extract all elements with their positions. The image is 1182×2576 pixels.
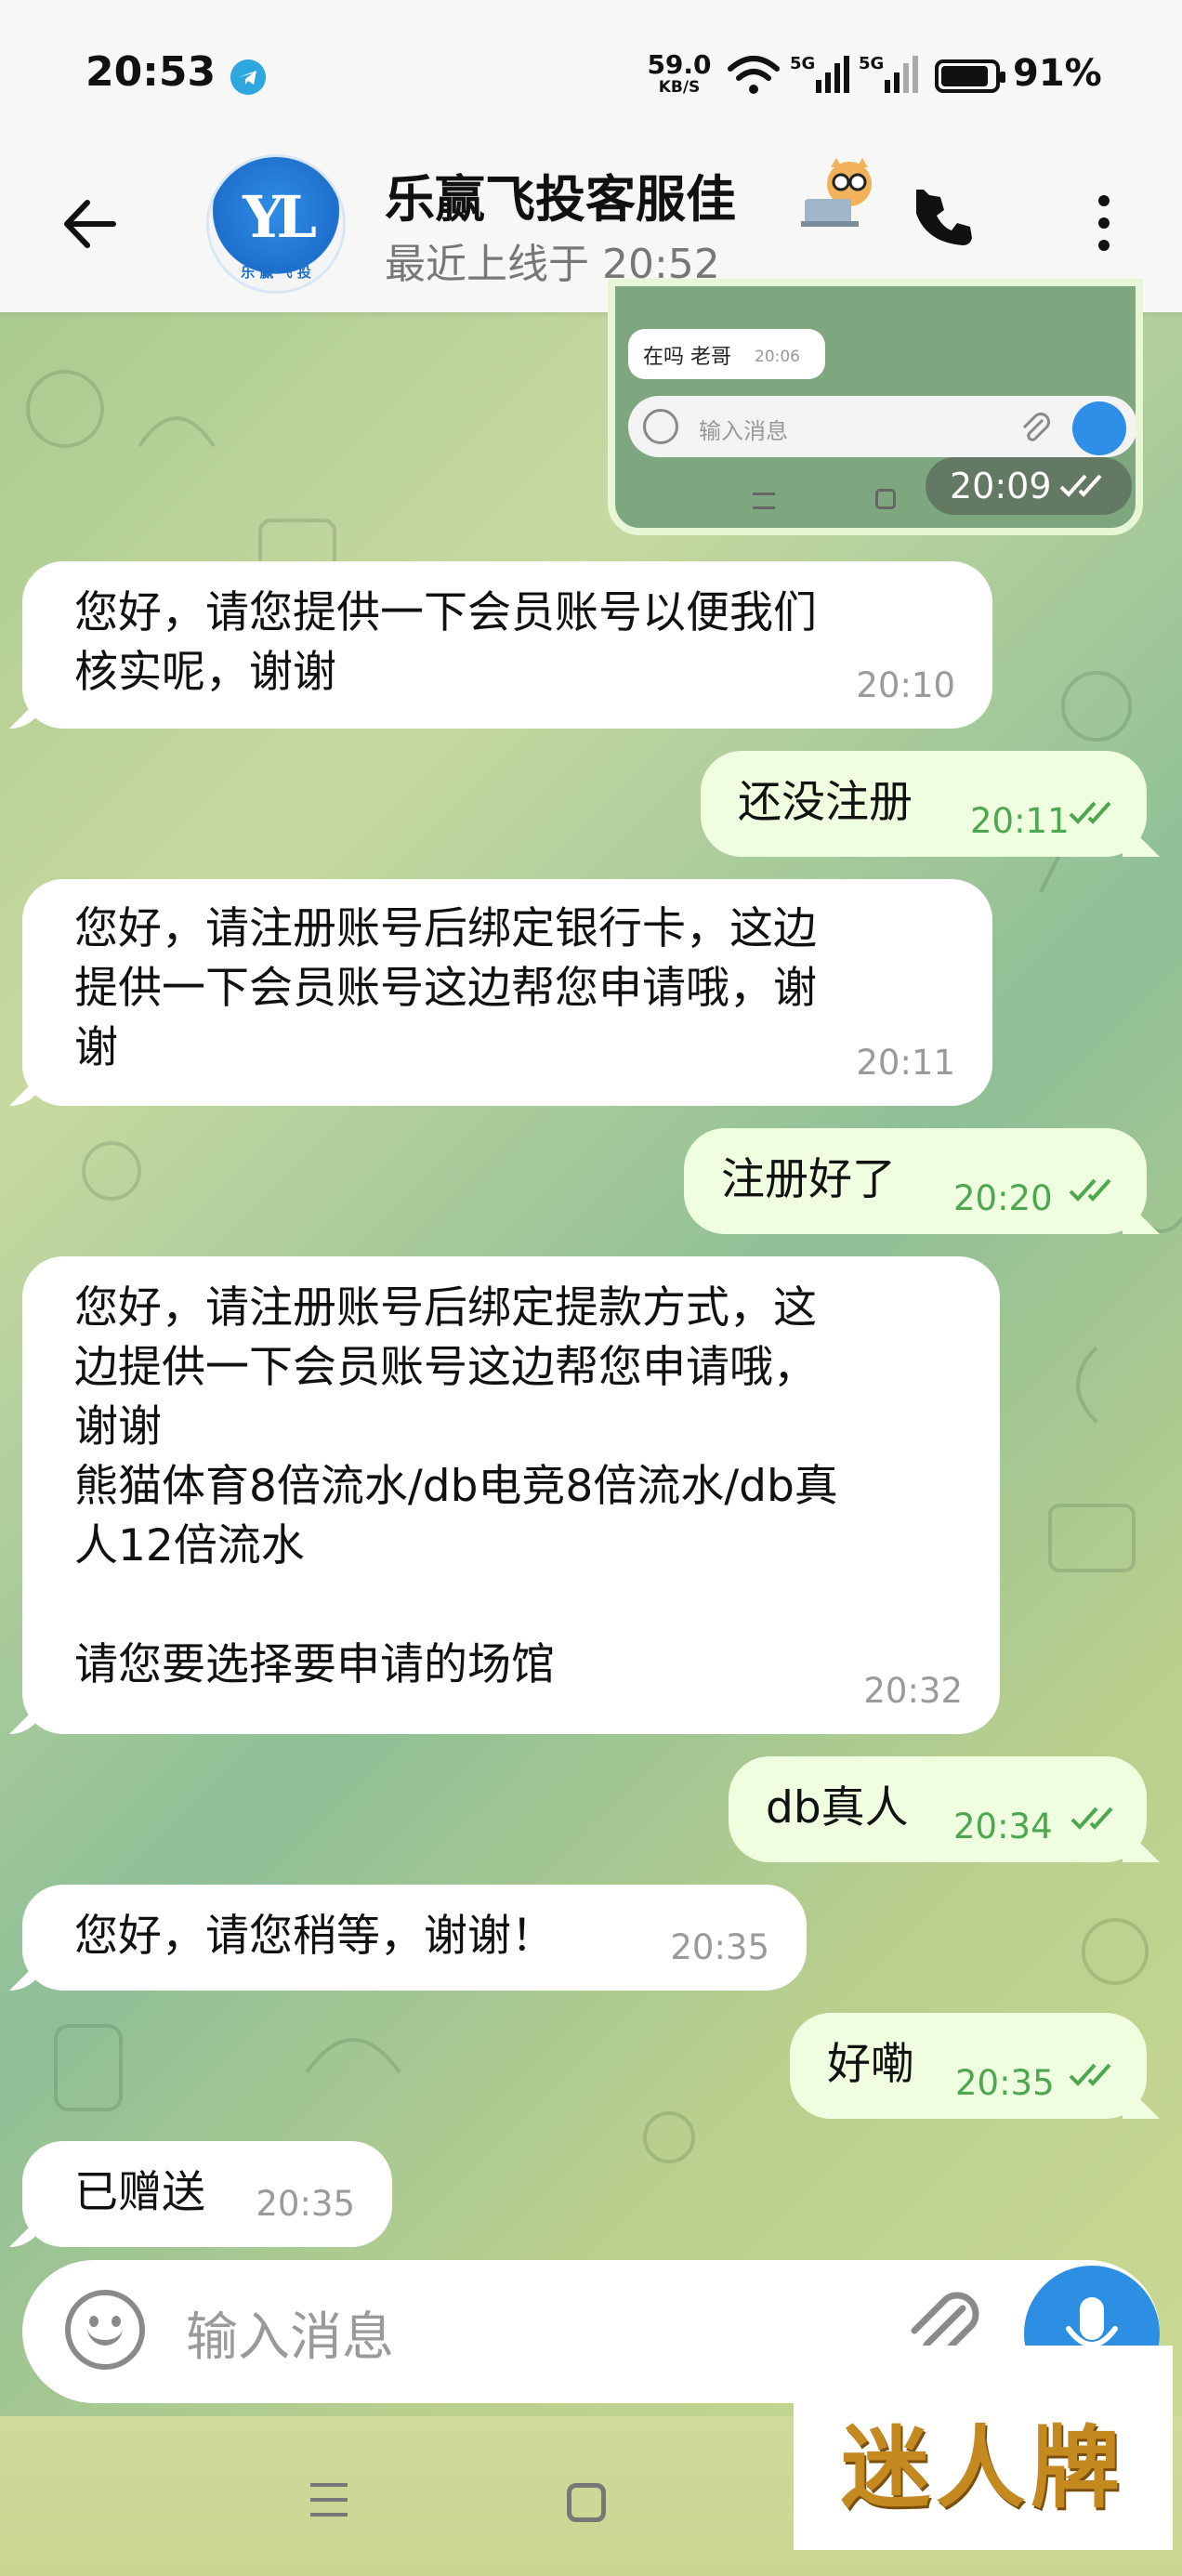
message-text: db真人 [766, 1782, 909, 1833]
preview-emoji-icon [643, 409, 678, 444]
status-bar: 20:53 59.0 KB/S 5G 5G 91% [0, 0, 1182, 156]
screenshot-image-message[interactable]: 在吗 老哥 20:06 输入消息 20:09 [608, 279, 1143, 535]
preview-bubble-time: 20:06 [755, 348, 800, 366]
chat-header: 20:53 59.0 KB/S 5G 5G 91% YL 乐 赢 飞 投 乐赢飞… [0, 0, 1182, 312]
watermark-text: 迷人牌 [841, 2415, 1125, 2520]
message-text: 您好，请您稍等，谢谢！ [74, 1911, 555, 1962]
message-text: 已赠送 [74, 2167, 205, 2218]
message-time: 20:10 [856, 665, 955, 705]
more-options-icon[interactable] [1091, 195, 1117, 255]
signal-1-label: 5G [790, 54, 815, 73]
message-incoming[interactable]: 已赠送 20:35 [9, 2141, 392, 2247]
chat-title[interactable]: 乐赢飞投客服佳 [385, 158, 784, 223]
signal-2-label: 5G [859, 54, 884, 73]
emoji-icon[interactable] [65, 2290, 145, 2370]
signal-5g-icon-2: 5G [859, 54, 918, 93]
message-outgoing[interactable]: 还没注册 20:11 [701, 751, 1160, 857]
message-time: 20:35 [256, 2184, 355, 2224]
message-outgoing[interactable]: 好嘞 20:35 [790, 2013, 1160, 2119]
message-text: 注册好了 [721, 1154, 896, 1205]
battery-icon [935, 59, 1005, 93]
message-text: 您好，请您提供一下会员账号以便我们 核实呢，谢谢 [74, 587, 817, 698]
battery-fill [941, 66, 989, 86]
message-outgoing[interactable]: 注册好了 20:20 [684, 1128, 1160, 1234]
battery-percent: 91% [1013, 52, 1102, 95]
message-time: 20:11 [970, 801, 1070, 841]
message-time: 20:11 [856, 1043, 955, 1083]
read-ticks-icon [1069, 2063, 1111, 2086]
telegram-notification-icon [230, 59, 266, 95]
message-time: 20:35 [955, 2063, 1055, 2103]
message-incoming[interactable]: 您好，请您提供一下会员账号以便我们 核实呢，谢谢 20:10 [9, 561, 992, 729]
preview-attach-icon [1022, 413, 1050, 441]
message-text: 还没注册 [738, 777, 913, 828]
signal-5g-icon-1: 5G [790, 54, 849, 93]
avatar-ring-text: 乐 赢 飞 投 [241, 264, 311, 281]
message-outgoing[interactable]: db真人 20:34 [729, 1756, 1160, 1862]
network-speed: 59.0 KB/S [645, 52, 714, 96]
read-ticks-icon [1070, 1807, 1113, 1830]
message-time: 20:32 [863, 1671, 963, 1711]
contact-avatar[interactable]: YL 乐 赢 飞 投 [206, 154, 346, 294]
message-text: 您好，请注册账号后绑定提款方式，这 边提供一下会员账号这边帮您申请哦， 谢谢 熊… [74, 1282, 838, 1690]
read-ticks-icon [1069, 1178, 1111, 1202]
watermark: 迷人牌 [794, 2346, 1173, 2550]
back-arrow-icon[interactable] [58, 191, 123, 256]
wifi-icon [728, 56, 780, 94]
network-speed-unit: KB/S [658, 78, 701, 97]
message-incoming[interactable]: 您好，请注册账号后绑定提款方式，这 边提供一下会员账号这边帮您申请哦， 谢谢 熊… [9, 1256, 1000, 1734]
preview-bubble-text: 在吗 老哥 [643, 346, 731, 369]
message-incoming[interactable]: 您好，请您稍等，谢谢！ 20:35 [9, 1885, 807, 1991]
status-time: 20:53 [85, 48, 217, 96]
nav-home-icon[interactable] [567, 2483, 606, 2522]
network-speed-value: 59.0 [647, 49, 712, 80]
nav-recents-icon[interactable] [310, 2483, 348, 2520]
preview-input-placeholder: 输入消息 [699, 418, 788, 444]
message-text: 好嘞 [827, 2039, 914, 2090]
preview-nav-home-icon [875, 489, 896, 509]
message-time: 20:34 [953, 1807, 1053, 1847]
read-ticks-icon [1069, 801, 1111, 824]
message-text: 您好，请注册账号后绑定银行卡，这边 提供一下会员账号这边帮您申请哦，谢 谢 [74, 903, 817, 1073]
message-incoming[interactable]: 您好，请注册账号后绑定银行卡，这边 提供一下会员账号这边帮您申请哦，谢 谢 20… [9, 879, 992, 1106]
phone-call-icon[interactable] [916, 190, 976, 249]
preview-nav-menu-icon [753, 493, 775, 509]
avatar-monogram: YL [243, 183, 317, 251]
preview-mic-icon [1072, 401, 1126, 455]
message-time: 20:20 [953, 1178, 1053, 1218]
cat-laptop-emoji-icon [801, 158, 872, 227]
message-time: 20:35 [670, 1927, 769, 1967]
message-input[interactable]: 输入消息 [186, 2295, 394, 2371]
read-ticks-icon [1059, 474, 1102, 497]
